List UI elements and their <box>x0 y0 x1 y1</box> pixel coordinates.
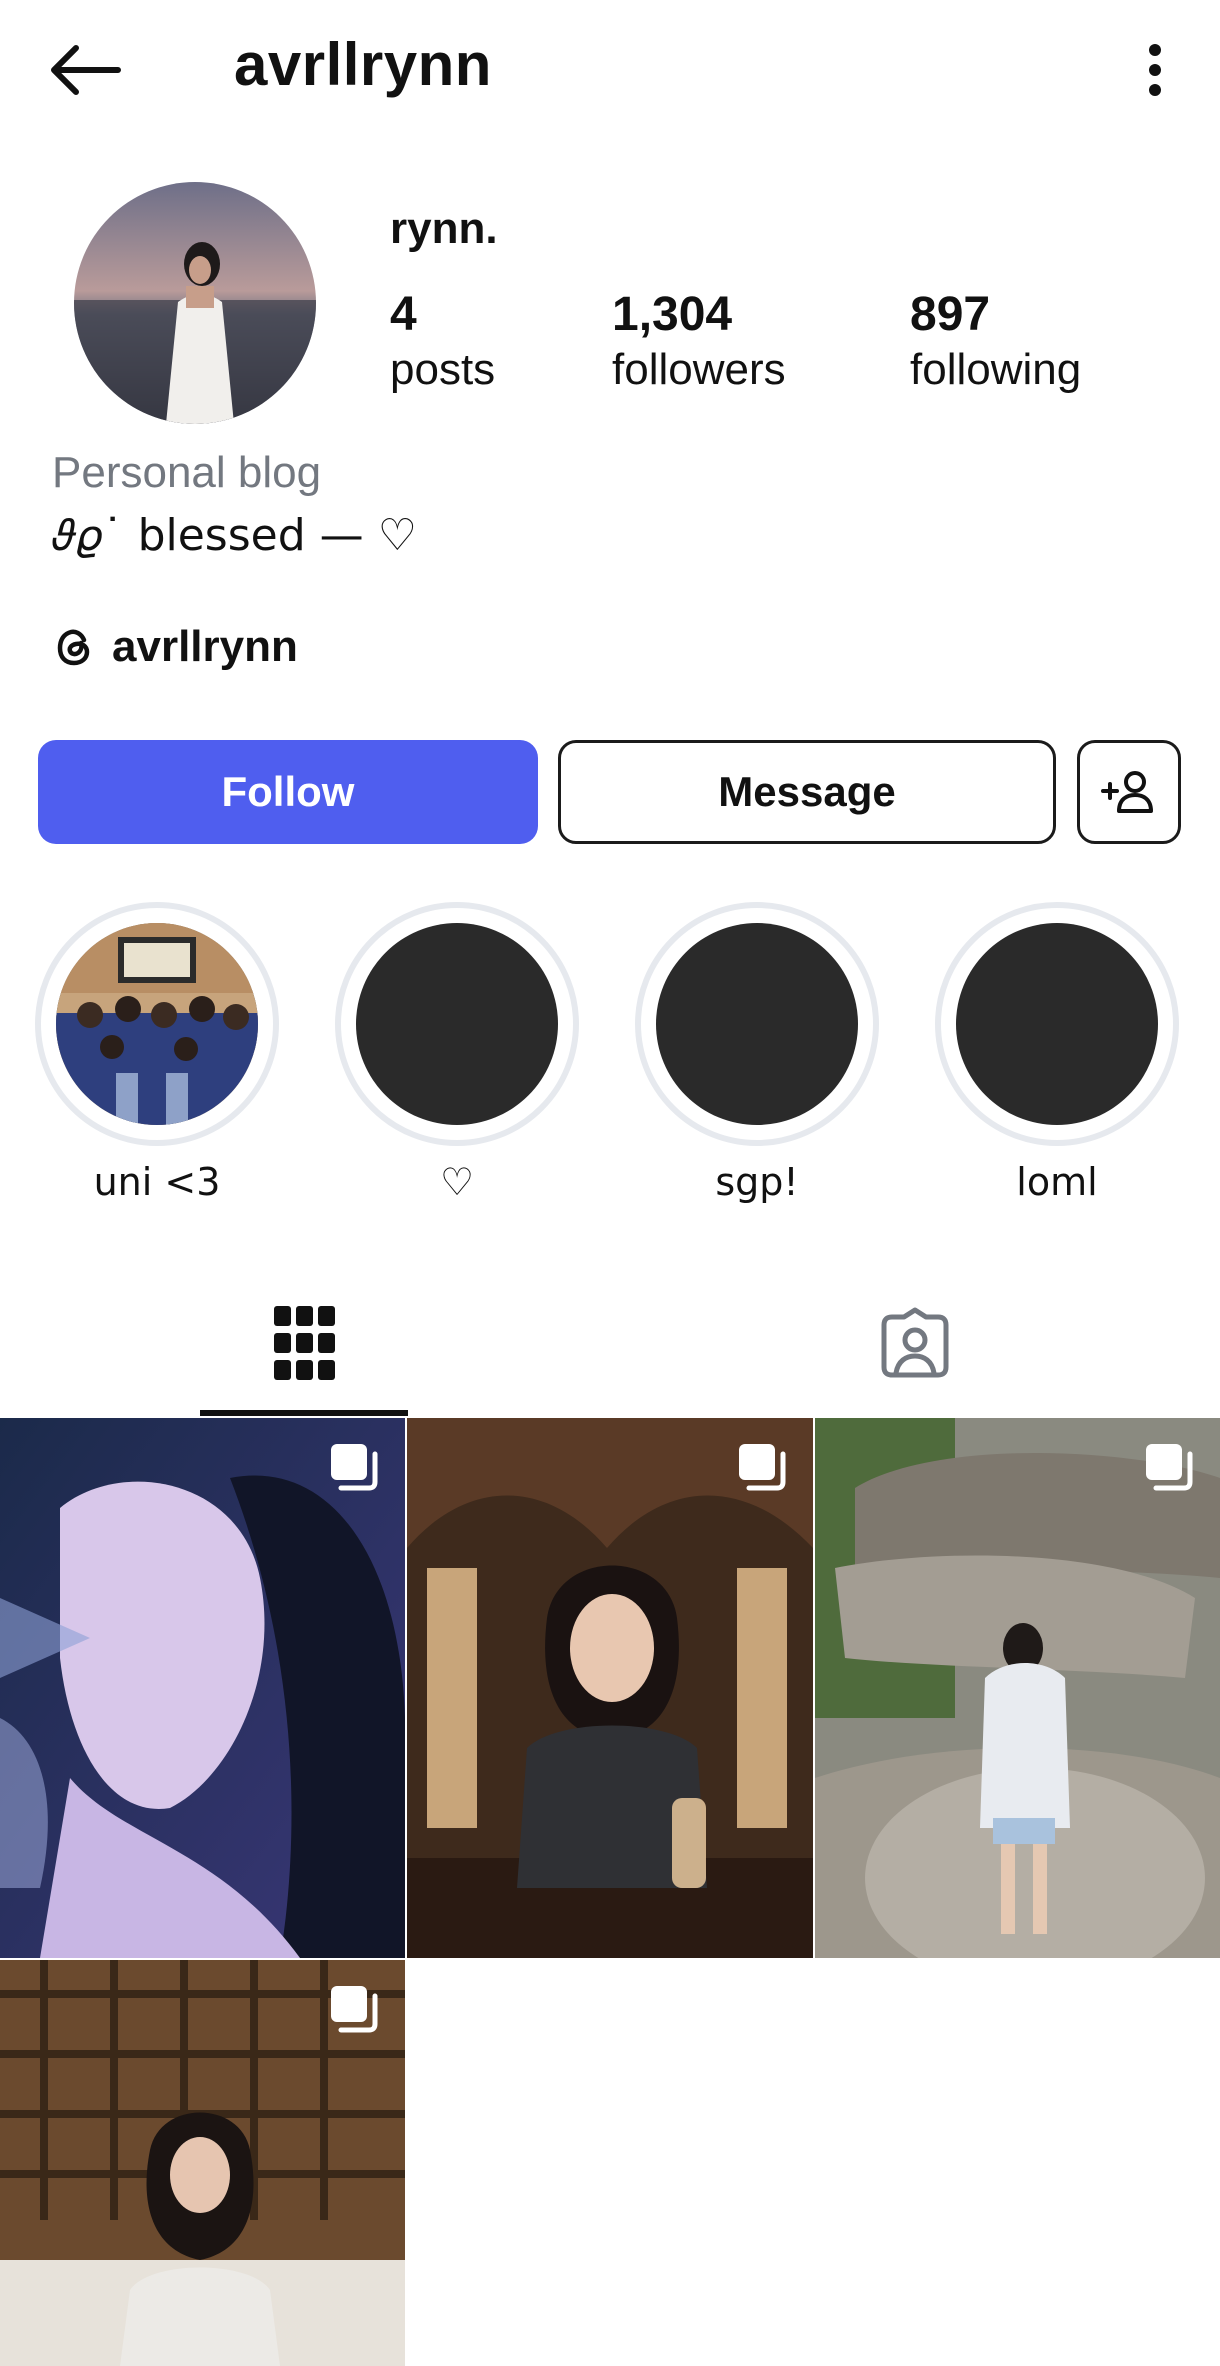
grid-icon <box>274 1306 335 1380</box>
highlight-ring <box>35 902 279 1146</box>
multi-photo-icon <box>1146 1444 1193 1491</box>
highlight-heart[interactable]: ♡ <box>335 902 579 1204</box>
tab-tagged[interactable] <box>610 1270 1220 1416</box>
profile-tabs <box>0 1270 1220 1416</box>
post-photo <box>815 1418 1220 1958</box>
top-bar: avrllrynn <box>0 0 1220 140</box>
highlight-loml[interactable]: loml <box>935 902 1179 1204</box>
avatar-photo <box>74 182 316 424</box>
highlight-sgp[interactable]: sgp! <box>635 902 879 1204</box>
post-thumbnail[interactable] <box>0 1960 405 2366</box>
followers-count-value: 1,304 <box>612 288 733 341</box>
profile-category: Personal blog <box>52 448 322 497</box>
threads-profile-link[interactable]: avrllrynn <box>52 612 298 682</box>
follow-button[interactable]: Follow <box>38 740 538 844</box>
message-button[interactable]: Message <box>558 740 1056 844</box>
header-username: avrllrynn <box>234 31 492 98</box>
profile-bio: 𝜗𝜚˙ blessed — ♡ <box>52 510 418 561</box>
highlight-label: sgp! <box>715 1160 799 1204</box>
post-photo <box>0 1418 405 1958</box>
followers-count-label: followers <box>612 345 786 394</box>
following-count-value: 897 <box>910 288 991 341</box>
following-count[interactable]: 897 following <box>910 288 1081 398</box>
posts-count[interactable]: 4 posts <box>390 288 495 398</box>
highlight-cover <box>56 923 258 1125</box>
back-arrow-icon <box>51 45 121 95</box>
more-options-button[interactable] <box>1130 30 1180 110</box>
post-thumbnail[interactable] <box>815 1418 1220 1958</box>
post-photo <box>407 1418 813 1958</box>
posts-count-label: posts <box>390 345 496 394</box>
highlight-label: loml <box>1016 1160 1098 1204</box>
post-thumbnail[interactable] <box>0 1418 405 1958</box>
active-tab-indicator <box>200 1410 408 1416</box>
highlight-uni[interactable]: uni <3 <box>35 902 279 1204</box>
more-vertical-icon <box>1149 44 1161 96</box>
highlight-label: ♡ <box>439 1160 475 1204</box>
threads-icon <box>57 629 90 666</box>
threads-handle: avrllrynn <box>112 622 298 671</box>
highlight-cover <box>356 923 558 1125</box>
highlight-ring <box>635 902 879 1146</box>
tagged-icon <box>881 1307 949 1378</box>
multi-photo-icon <box>331 1444 378 1491</box>
back-button[interactable] <box>46 30 136 110</box>
highlight-cover-photo <box>56 923 258 1125</box>
highlight-cover <box>956 923 1158 1125</box>
profile-avatar[interactable] <box>74 182 316 424</box>
profile-display-name: rynn. <box>390 204 498 253</box>
multi-photo-icon <box>331 1986 378 2033</box>
following-count-label: following <box>910 345 1082 394</box>
suggested-accounts-button[interactable] <box>1077 740 1181 844</box>
multi-photo-icon <box>739 1444 786 1491</box>
posts-count-value: 4 <box>390 288 417 341</box>
add-person-icon <box>1101 771 1153 813</box>
post-thumbnail[interactable] <box>407 1418 813 1958</box>
highlight-ring <box>335 902 579 1146</box>
tab-posts-grid[interactable] <box>0 1270 610 1416</box>
highlight-label: uni <3 <box>93 1160 221 1204</box>
highlight-cover <box>656 923 858 1125</box>
followers-count[interactable]: 1,304 followers <box>612 288 786 398</box>
highlight-ring <box>935 902 1179 1146</box>
